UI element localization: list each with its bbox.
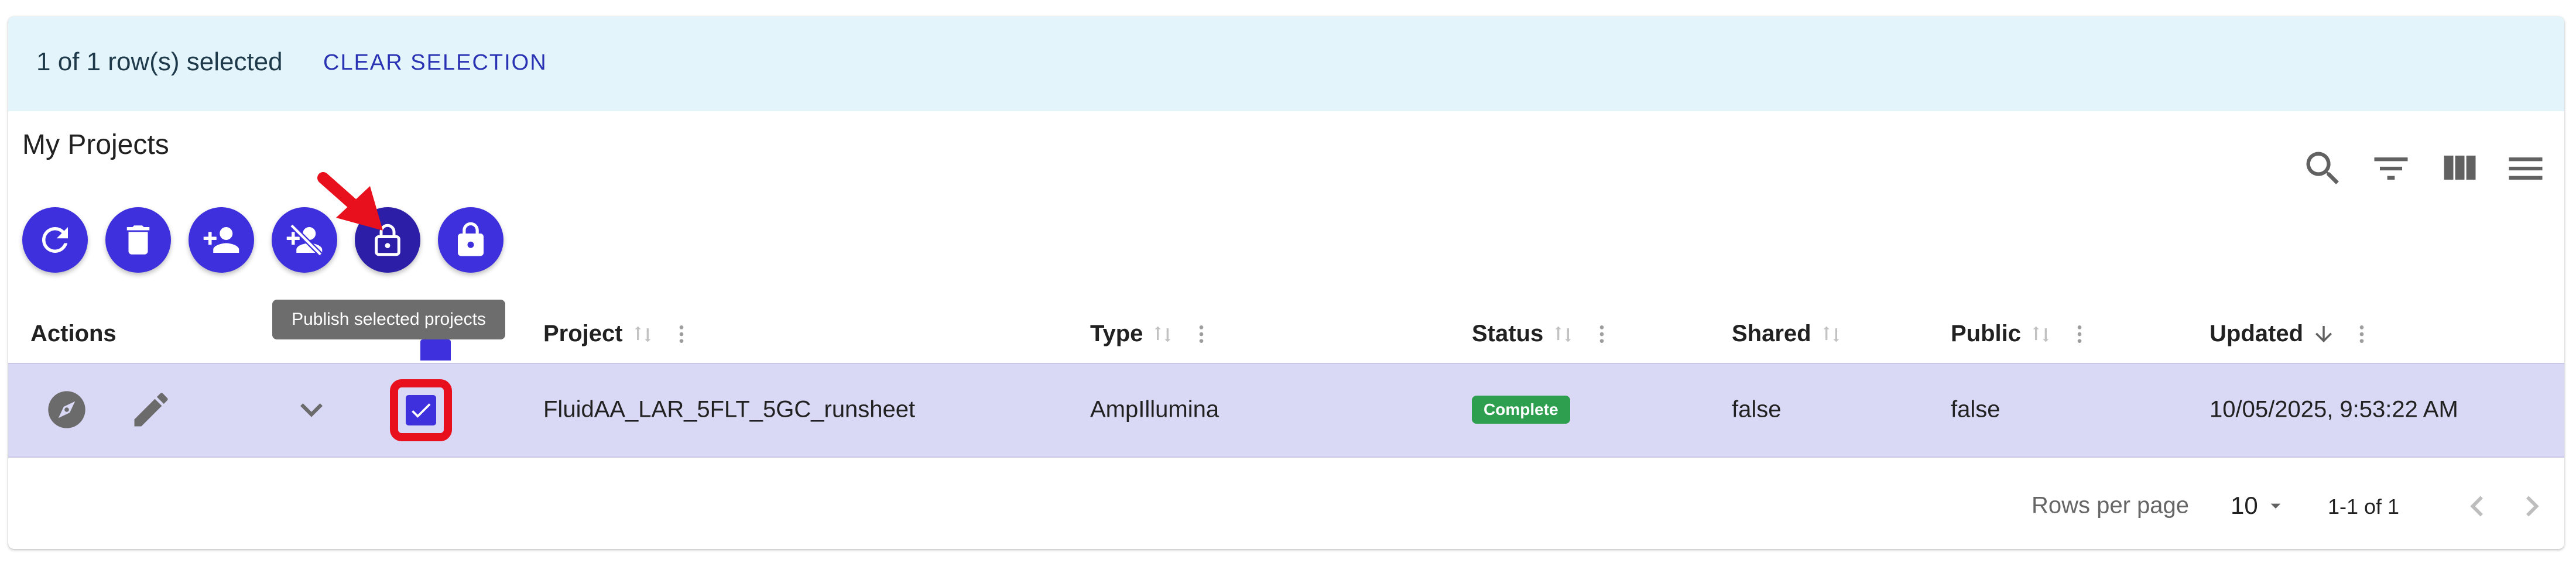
delete-button[interactable] [105, 207, 171, 273]
tooltip: Publish selected projects [272, 300, 505, 339]
cell-updated: 10/05/2025, 9:53:22 AM [2210, 396, 2458, 423]
column-header-project-label: Project [543, 321, 623, 346]
add-user-icon [203, 227, 239, 253]
status-badge: Complete [1472, 396, 1570, 424]
sort-icon [635, 326, 650, 342]
expand-row-icon[interactable] [289, 387, 334, 432]
cell-public: false [1951, 396, 2000, 423]
next-page-button[interactable] [2512, 486, 2553, 527]
view-columns-icon[interactable] [2437, 146, 2481, 191]
column-header-shared-label: Shared [1732, 321, 1811, 346]
column-header-public[interactable]: Public [1951, 321, 2091, 347]
table-title: My Projects [22, 129, 169, 160]
clear-selection-button[interactable]: CLEAR SELECTION [323, 50, 547, 75]
cell-project: FluidAA_LAR_5FLT_5GC_runsheet [543, 396, 916, 423]
select-all-checkbox[interactable] [420, 339, 451, 361]
previous-page-button[interactable] [2457, 486, 2498, 527]
explore-icon[interactable] [44, 387, 89, 432]
column-menu-icon[interactable] [2068, 322, 2091, 346]
sort-icon [2033, 326, 2049, 342]
column-menu-icon[interactable] [1190, 322, 1213, 346]
chevron-right-icon [2526, 496, 2539, 517]
column-header-updated[interactable]: Updated [2210, 321, 2373, 347]
filter-icon[interactable] [2369, 146, 2413, 191]
column-header-actions: Actions [30, 321, 117, 346]
arrow-down-icon [2315, 325, 2332, 342]
check-icon [412, 403, 431, 418]
column-header-type[interactable]: Type [1090, 321, 1213, 347]
lock-button[interactable] [438, 207, 503, 273]
sort-icon [1823, 326, 1839, 342]
pagination-range: 1-1 of 1 [2328, 495, 2400, 519]
annotation-arrow-icon [317, 172, 383, 231]
column-header-status-label: Status [1472, 321, 1544, 346]
column-menu-icon[interactable] [670, 322, 693, 346]
row-select-highlight [390, 379, 452, 441]
column-menu-icon[interactable] [1590, 322, 1614, 346]
column-menu-icon[interactable] [2350, 322, 2373, 346]
chevron-left-icon [2470, 496, 2483, 517]
selection-bar: 1 of 1 row(s) selected CLEAR SELECTION [8, 16, 2564, 111]
column-header-public-label: Public [1951, 321, 2022, 346]
cell-shared: false [1732, 396, 1782, 423]
rows-per-page-value: 10 [2231, 492, 2258, 519]
edit-icon[interactable] [129, 387, 173, 432]
cell-type: AmpIllumina [1090, 396, 1220, 423]
search-icon[interactable] [2301, 146, 2345, 191]
menu-icon[interactable] [2503, 146, 2548, 191]
caret-down-icon [2270, 503, 2281, 509]
add-user-button[interactable] [189, 207, 254, 273]
column-header-project[interactable]: Project [543, 321, 693, 347]
column-header-shared[interactable]: Shared [1732, 321, 1843, 347]
projects-table-card: 1 of 1 row(s) selected CLEAR SELECTION M… [8, 16, 2564, 549]
sort-icon [1155, 326, 1171, 342]
rows-per-page-select[interactable]: 10 [2231, 492, 2287, 520]
rows-per-page-label: Rows per page [2032, 492, 2190, 519]
sort-icon [1555, 326, 1571, 342]
selection-count: 1 of 1 row(s) selected [36, 47, 283, 76]
delete-icon [126, 225, 150, 255]
lock-icon [458, 222, 484, 256]
row-select-checkbox[interactable] [406, 395, 436, 425]
column-header-updated-label: Updated [2210, 321, 2303, 346]
refresh-icon [42, 226, 68, 253]
refresh-button[interactable] [22, 207, 88, 273]
column-header-status[interactable]: Status [1472, 321, 1614, 347]
column-header-type-label: Type [1090, 321, 1143, 346]
